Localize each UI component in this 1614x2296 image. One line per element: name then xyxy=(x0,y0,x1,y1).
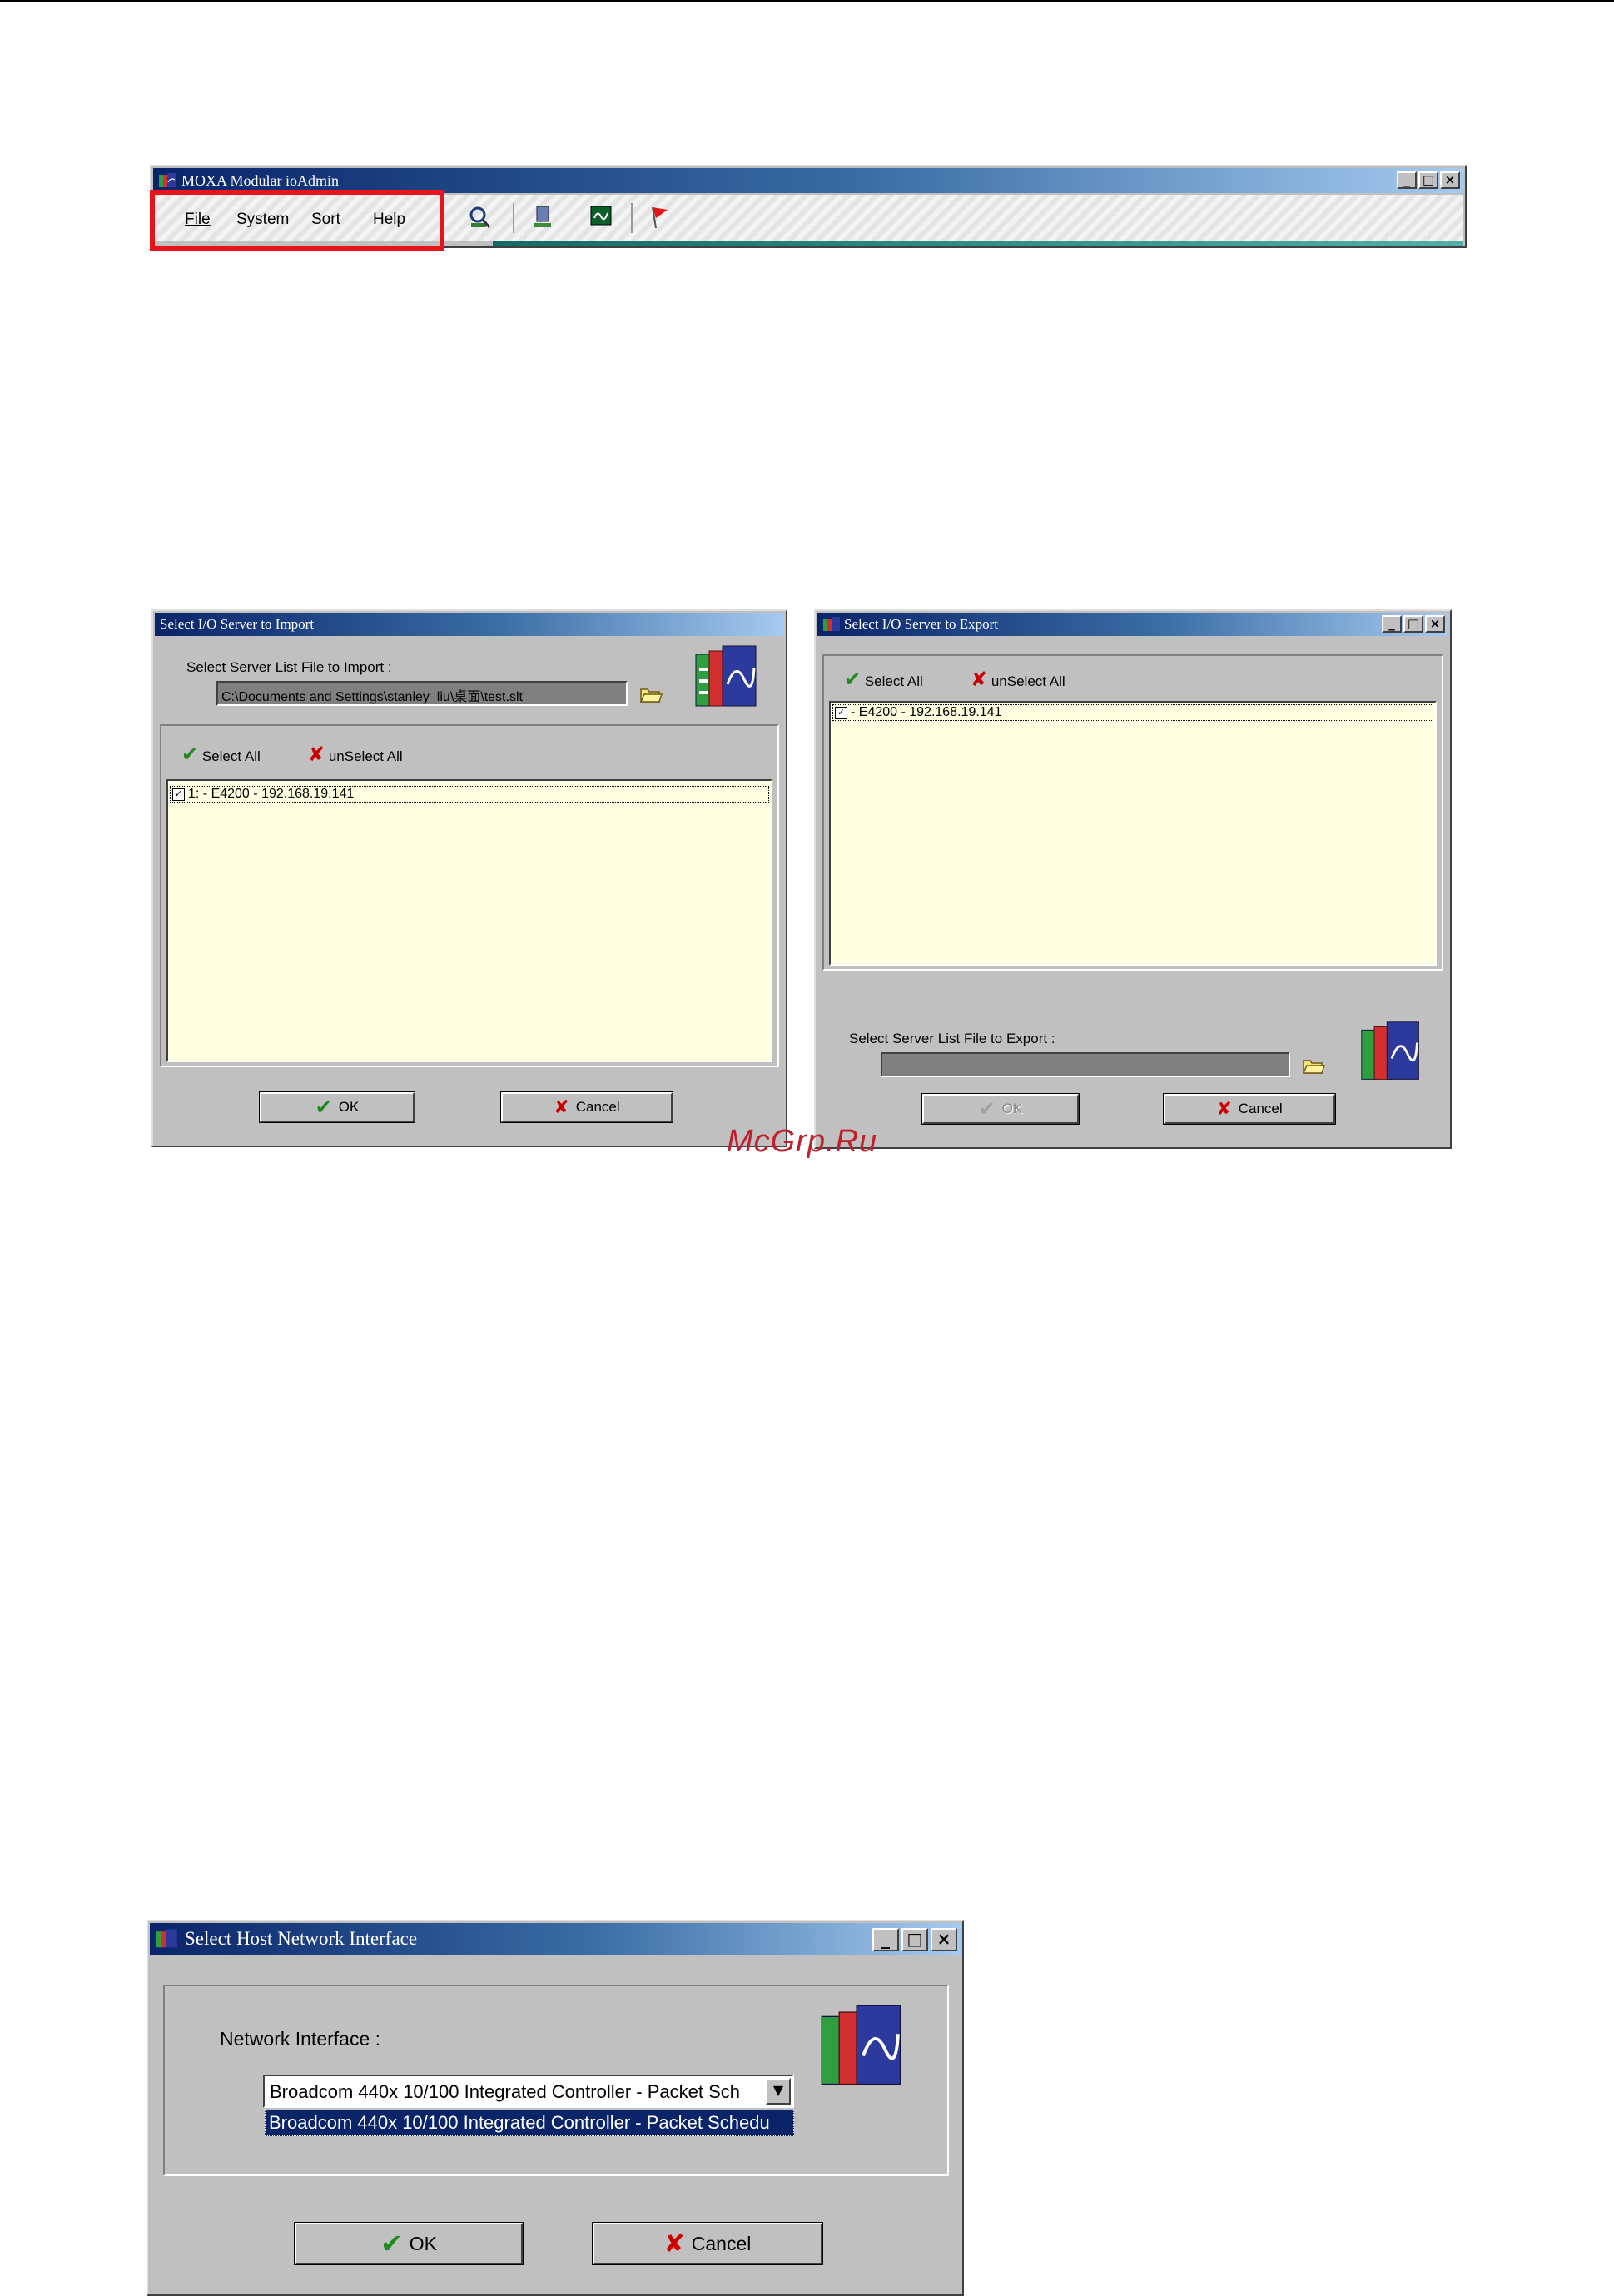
open-folder-icon[interactable] xyxy=(639,684,663,704)
import-server-list[interactable]: ✓ 1: - E4200 - 192.168.19.141 xyxy=(166,779,772,1062)
host-dialog-titlebar[interactable]: Select Host Network Interface _ □ × xyxy=(150,1923,961,1955)
host-ok-button[interactable]: ✔ OK xyxy=(294,2222,524,2265)
host-cancel-button[interactable]: ✘ Cancel xyxy=(592,2222,823,2265)
moxa-app-icon xyxy=(156,1929,177,1948)
cross-icon: ✘ xyxy=(554,1096,569,1118)
export-file-path-field[interactable] xyxy=(881,1052,1290,1077)
checkmark-icon: ✔ xyxy=(181,743,199,766)
cross-icon: ✘ xyxy=(971,668,988,691)
checkmark-icon: ✔ xyxy=(844,668,862,691)
import-file-label: Select Server List File to Import : xyxy=(186,659,392,675)
host-network-dialog: Select Host Network Interface _ □ × Netw… xyxy=(147,1920,964,2296)
import-file-path-field[interactable]: C:\Documents and Settings\stanley_liu\桌面… xyxy=(216,681,628,706)
moxa-logo-icon xyxy=(1361,1021,1419,1080)
moxa-app-icon xyxy=(823,617,840,631)
moxa-app-icon xyxy=(159,173,176,187)
minimize-button[interactable]: _ xyxy=(872,1928,899,1951)
export-server-list[interactable]: ✓ - E4200 - 192.168.19.141 xyxy=(829,701,1437,966)
list-item[interactable]: ✓ - E4200 - 192.168.19.141 xyxy=(832,704,1433,721)
checkmark-icon: ✔ xyxy=(315,1096,332,1119)
item-checkbox[interactable]: ✓ xyxy=(835,706,847,719)
search-network-icon[interactable] xyxy=(466,205,493,230)
flag-icon[interactable] xyxy=(648,205,671,230)
open-folder-icon[interactable] xyxy=(1302,1056,1325,1076)
minimize-button[interactable]: _ xyxy=(1397,171,1417,189)
cross-icon: ✘ xyxy=(1216,1098,1232,1120)
close-button[interactable]: × xyxy=(1425,615,1445,633)
list-item[interactable]: ✓ 1: - E4200 - 192.168.19.141 xyxy=(170,786,769,803)
maximize-button[interactable]: □ xyxy=(901,1928,928,1951)
toolbar-separator-2 xyxy=(631,203,633,233)
import-unselect-all-button[interactable]: ✘ unSelect All xyxy=(308,743,403,766)
moxa-logo-icon xyxy=(821,2005,901,2085)
export-dialog-title: Select I/O Server to Export xyxy=(844,616,999,632)
network-interface-panel: Network Interface : Broadcom 440x 10/100… xyxy=(163,1985,949,2176)
import-select-all-button[interactable]: ✔ Select All xyxy=(181,743,261,766)
import-server-panel: ✔ Select All ✘ unSelect All ✓ 1: - E4200… xyxy=(160,724,779,1067)
close-button[interactable]: × xyxy=(1440,171,1460,189)
import-cancel-button[interactable]: ✘ Cancel xyxy=(500,1091,673,1123)
cross-icon: ✘ xyxy=(663,2229,685,2259)
export-server-panel: ✔ Select All ✘ unSelect All ✓ - E4200 - … xyxy=(822,654,1443,971)
moxa-logo-icon xyxy=(695,645,757,707)
export-select-all-button[interactable]: ✔ Select All xyxy=(844,668,923,691)
network-interface-label: Network Interface : xyxy=(220,2028,381,2050)
minimize-button[interactable]: _ xyxy=(1382,615,1402,633)
maximize-button[interactable]: □ xyxy=(1418,171,1438,189)
checkmark-icon: ✔ xyxy=(978,1097,996,1121)
network-interface-dropdown[interactable]: Broadcom 440x 10/100 Integrated Controll… xyxy=(263,2075,794,2108)
export-dialog: Select I/O Server to Export _ □ × ✔ Sele… xyxy=(814,609,1452,1149)
import-ok-button[interactable]: ✔ OK xyxy=(259,1091,415,1123)
server-icon[interactable] xyxy=(531,205,554,230)
checkmark-icon: ✔ xyxy=(380,2228,403,2259)
host-dialog-title: Select Host Network Interface xyxy=(185,1928,418,1949)
watermark-text: McGrp.Ru xyxy=(727,1124,878,1159)
item-checkbox[interactable]: ✓ xyxy=(172,788,185,801)
monitor-icon[interactable] xyxy=(589,205,613,230)
import-dialog-title: Select I/O Server to Import xyxy=(160,616,315,632)
maximize-button[interactable]: □ xyxy=(1403,615,1423,633)
export-cancel-button[interactable]: ✘ Cancel xyxy=(1163,1093,1336,1125)
export-file-label: Select Server List File to Export : xyxy=(849,1031,1055,1046)
export-dialog-titlebar[interactable]: Select I/O Server to Export _ □ × xyxy=(817,613,1448,636)
close-button[interactable]: × xyxy=(931,1928,957,1951)
toolbar-separator xyxy=(513,203,514,233)
export-unselect-all-button[interactable]: ✘ unSelect All xyxy=(971,668,1065,691)
page-top-rule xyxy=(0,0,1614,2)
mdi-client-edge xyxy=(493,241,1463,246)
cross-icon: ✘ xyxy=(308,743,325,766)
dropdown-option[interactable]: Broadcom 440x 10/100 Integrated Controll… xyxy=(265,2110,794,2136)
chevron-down-icon[interactable]: ▼ xyxy=(766,2078,791,2105)
import-dialog-titlebar[interactable]: Select I/O Server to Import xyxy=(155,613,784,636)
export-ok-button[interactable]: ✔ OK xyxy=(921,1093,1080,1125)
menu-highlight-box xyxy=(150,190,444,251)
import-dialog: Select I/O Server to Import Select Serve… xyxy=(151,609,787,1147)
